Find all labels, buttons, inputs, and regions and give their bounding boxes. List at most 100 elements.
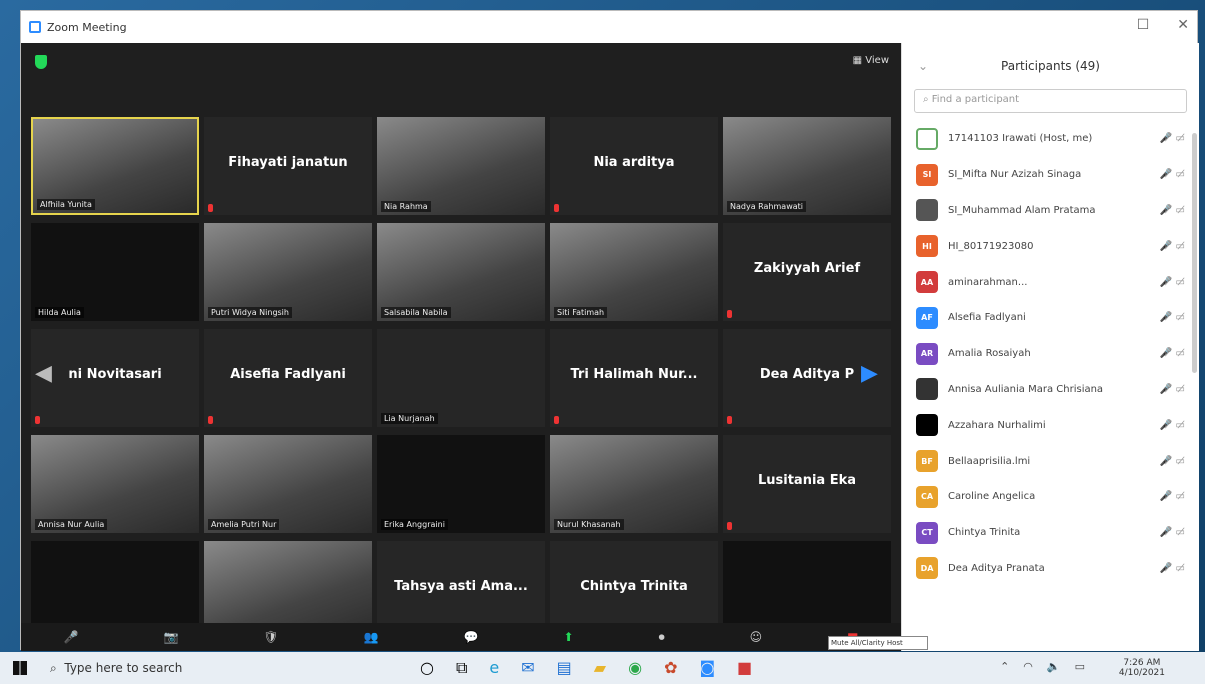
taskbar-apps: ○ ⧉ e ✉ ▤ ▰ ◉ ✿ ◙ ■ [420,658,752,678]
video-tile[interactable]: Amelia Putri Nur [204,435,372,533]
next-page-arrow-icon[interactable]: ▶ [861,361,878,386]
zoom-taskbar-icon[interactable]: ◙ [699,658,715,678]
participant-name: Tahsya asti Ama... [394,579,528,594]
view-button[interactable]: ▦ View [853,55,889,66]
cortana-icon[interactable]: ○ [420,658,434,678]
video-tile[interactable]: Tri Halimah Nur... [550,329,718,427]
muted-mic-camera-icon[interactable]: 🎤̸ ▭̸ [1145,527,1185,538]
participant-name: Tri Halimah Nur... [570,367,698,382]
muted-mic-icon [727,522,732,530]
video-tile[interactable]: Nurul Khasanah [550,435,718,533]
muted-mic-camera-icon[interactable]: 🎤̸ ▭̸ [1145,348,1185,359]
muted-mic-camera-icon[interactable]: 🎤̸ ▭̸ [1145,133,1185,144]
avatar: BF [916,450,938,473]
video-tile[interactable]: Alfhila Yunita [31,117,199,215]
video-tile[interactable]: Zakiyyah Arief [723,223,891,321]
participant-item[interactable]: SI SI_Mifta Nur Azizah Sinaga 🎤̸ ▭̸ [902,157,1199,193]
participant-item[interactable]: SI_Muhammad Alam Pratama 🎤̸ ▭̸ [902,193,1199,229]
windows-taskbar: ⌕ Type here to search ○ ⧉ e ✉ ▤ ▰ ◉ ✿ ◙ … [0,652,1205,684]
participant-item[interactable]: AR Amalia Rosaiyah 🎤̸ ▭̸ [902,336,1199,372]
collapse-chevron-icon[interactable]: ⌄ [918,59,928,73]
muted-mic-camera-icon[interactable]: 🎤̸ ▭̸ [1145,169,1185,180]
battery-icon[interactable]: ▭ [1075,660,1085,673]
clock[interactable]: 7:26 AM 4/10/2021 [1119,658,1165,678]
chevron-up-icon[interactable]: ⌃ [1000,660,1009,673]
participant-name: Alsefia Fadlyani [948,312,1026,324]
file-explorer-icon[interactable]: ▰ [594,658,606,678]
participant-item[interactable]: AF Alsefia Fadlyani 🎤̸ ▭̸ [902,300,1199,336]
zoom-window: Zoom Meeting ☐ ✕ ▦ View Alfhila Yunita Fi… [20,10,1199,651]
participant-item[interactable]: 17141103 Irawati (Host, me) 🎤̸ ▭̸ [902,121,1199,157]
network-icon[interactable]: ◠ [1023,660,1033,673]
video-tile[interactable]: Lia Nurjanah [377,329,545,427]
participant-item[interactable]: HI HI_80171923080 🎤̸ ▭̸ [902,228,1199,264]
system-tray-icons: ⌃ ◠ 🔈 ▭ [1000,660,1085,673]
video-tile[interactable]: Nia arditya [550,117,718,215]
participant-item[interactable]: CT Chintya Trinita 🎤̸ ▭̸ [902,515,1199,551]
participant-item[interactable]: Azzahara Nurhalimi 🎤̸ ▭̸ [902,407,1199,443]
participants-icon[interactable]: 👥 [364,630,379,644]
prev-page-arrow-icon[interactable]: ◀ [35,361,52,386]
video-tile[interactable]: Annisa Nur Aulia [31,435,199,533]
muted-mic-camera-icon[interactable]: 🎤̸ ▭̸ [1145,563,1185,574]
participant-item[interactable]: Annisa Auliania Mara Chrisiana 🎤̸ ▭̸ [902,372,1199,408]
video-tile[interactable]: Siti Fatimah [550,223,718,321]
video-tile[interactable]: Salsabila Nabila [377,223,545,321]
chat-icon[interactable]: 💬 [464,630,479,644]
maximize-icon[interactable]: ☐ [1137,17,1150,33]
muted-mic-camera-icon[interactable]: 🎤̸ ▭̸ [1145,312,1185,323]
participant-item[interactable]: CA Caroline Angelica 🎤̸ ▭̸ [902,479,1199,515]
mail-icon[interactable]: ✉ [521,658,534,678]
muted-mic-camera-icon[interactable]: 🎤̸ ▭̸ [1145,420,1185,431]
avatar: CA [916,485,938,508]
avatar [916,414,938,437]
close-icon[interactable]: ✕ [1177,17,1189,33]
muted-mic-camera-icon[interactable]: 🎤̸ ▭̸ [1145,456,1185,467]
participant-search-input[interactable]: ⌕ Find a participant [914,89,1187,113]
start-button[interactable] [0,652,40,684]
muted-mic-camera-icon[interactable]: 🎤̸ ▭̸ [1145,205,1185,216]
muted-mic-camera-icon[interactable]: 🎤̸ ▭̸ [1145,491,1185,502]
title-bar: Zoom Meeting ☐ ✕ [21,11,1197,43]
edge-icon[interactable]: e [489,658,499,678]
share-screen-icon[interactable]: ⬆ [564,630,574,644]
avatar [916,378,938,401]
store-icon[interactable]: ▤ [557,658,572,678]
taskbar-search-box[interactable]: ⌕ Type here to search [40,652,340,684]
participant-item[interactable]: DA Dea Aditya Pranata 🎤̸ ▭̸ [902,551,1199,587]
video-tile[interactable]: Erika Anggraini [377,435,545,533]
participant-list-scrollbar[interactable] [1192,133,1197,373]
task-view-icon[interactable]: ⧉ [456,658,467,678]
video-tile[interactable]: Putri Widya Ningsih [204,223,372,321]
office-icon[interactable]: ■ [737,658,752,678]
muted-mic-camera-icon[interactable]: 🎤̸ ▭̸ [1145,277,1185,288]
volume-icon[interactable]: 🔈 [1047,660,1061,673]
avatar: AR [916,342,938,365]
reactions-icon[interactable]: ☺ [750,630,763,644]
muted-mic-icon [554,416,559,424]
muted-mic-camera-icon[interactable]: 🎤̸ ▭̸ [1145,241,1185,252]
video-tile[interactable]: Lusitania Eka [723,435,891,533]
participant-item[interactable]: AA aminarahman... 🎤̸ ▭̸ [902,264,1199,300]
chrome-icon[interactable]: ◉ [628,658,642,678]
participant-name: Annisa Auliania Mara Chrisiana [948,383,1104,395]
tile-name-label: Salsabila Nabila [381,307,451,318]
tooltip: Mute All/Clarity Host [828,636,928,650]
tile-name-label: Lia Nurjanah [381,413,438,424]
security-icon[interactable]: 🛡 [263,630,278,644]
video-tile[interactable]: ni Novitasari [31,329,199,427]
video-tile[interactable]: Fihayati janatun [204,117,372,215]
video-tile[interactable]: Aisefia Fadlyani [204,329,372,427]
paint-icon[interactable]: ✿ [664,658,677,678]
security-shield-icon[interactable] [35,55,47,69]
video-tile[interactable]: Nadya Rahmawati [723,117,891,215]
video-tile[interactable]: Nia Rahma [377,117,545,215]
mic-icon[interactable]: 🎤 [64,630,79,644]
tile-name-label: Siti Fatimah [554,307,608,318]
muted-mic-camera-icon[interactable]: 🎤̸ ▭̸ [1145,384,1185,395]
video-tile[interactable]: Hilda Aulia [31,223,199,321]
avatar [916,127,938,150]
record-icon[interactable]: ⏺ [659,630,665,645]
participant-item[interactable]: BF Bellaaprisilia.lmi 🎤̸ ▭̸ [902,443,1199,479]
camera-icon[interactable]: 📷 [163,630,178,644]
